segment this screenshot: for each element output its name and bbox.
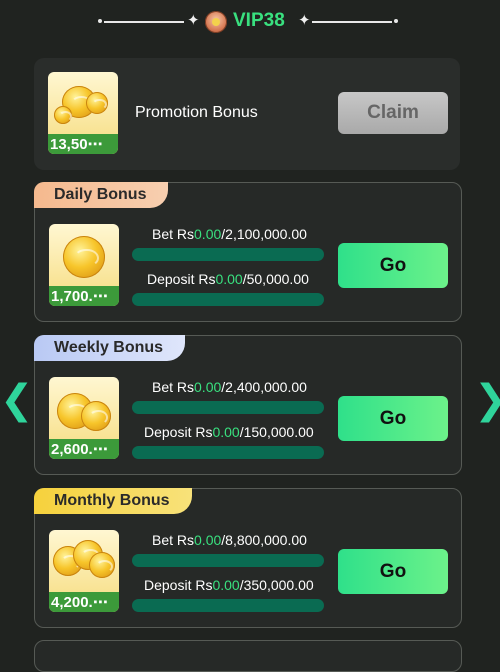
weekly-go-button[interactable]: Go xyxy=(338,396,448,441)
sparkle-icon: ✦ xyxy=(187,12,200,29)
daily-deposit-requirement: Deposit Rs0.00/50,000.00 xyxy=(147,271,309,287)
monthly-bet-requirement: Bet Rs0.00/8,800,000.00 xyxy=(152,532,307,548)
daily-bonus-tag: Daily Bonus xyxy=(34,182,169,208)
divider-dot xyxy=(98,19,102,23)
chevron-right-icon[interactable]: ❯ xyxy=(474,380,500,420)
weekly-bet-progress-bar xyxy=(132,401,324,414)
chevron-left-icon[interactable]: ❮ xyxy=(0,380,34,420)
monthly-amount: 4,200.⋯ xyxy=(51,594,108,611)
claim-button[interactable]: Claim xyxy=(338,92,448,134)
daily-deposit-progress-bar xyxy=(132,293,324,306)
monthly-go-button[interactable]: Go xyxy=(338,549,448,594)
coin-stack-icon: 4,200.⋯ xyxy=(49,530,119,612)
daily-go-button[interactable]: Go xyxy=(338,243,448,288)
weekly-deposit-progress-bar xyxy=(132,446,324,459)
promotion-title: Promotion Bonus xyxy=(135,104,258,121)
vip-level: VIP38 xyxy=(233,10,285,31)
monthly-bet-progress-bar xyxy=(132,554,324,567)
divider-dot xyxy=(394,19,398,23)
next-bonus-card xyxy=(34,640,462,672)
weekly-bonus-tag: Weekly Bonus xyxy=(34,335,186,361)
weekly-amount: 2,600.⋯ xyxy=(51,441,108,458)
divider-line-left xyxy=(104,21,184,23)
daily-bet-requirement: Bet Rs0.00/2,100,000.00 xyxy=(152,226,307,242)
monthly-deposit-requirement: Deposit Rs0.00/350,000.00 xyxy=(144,577,314,593)
weekly-bet-requirement: Bet Rs0.00/2,400,000.00 xyxy=(152,379,307,395)
monthly-bonus-tag: Monthly Bonus xyxy=(34,488,192,514)
daily-amount: 1,700.⋯ xyxy=(51,288,108,305)
sparkle-icon: ✦ xyxy=(298,12,311,29)
weekly-deposit-requirement: Deposit Rs0.00/150,000.00 xyxy=(144,424,314,440)
money-bag-icon: 13,50⋯ xyxy=(48,72,118,154)
vip-badge-icon xyxy=(205,11,227,33)
divider-line-right xyxy=(312,21,392,23)
daily-bet-progress-bar xyxy=(132,248,324,261)
coin-icon: 1,700.⋯ xyxy=(49,224,119,306)
coins-icon: 2,600.⋯ xyxy=(49,377,119,459)
monthly-deposit-progress-bar xyxy=(132,599,324,612)
promotion-amount: 13,50⋯ xyxy=(50,136,103,153)
vip-header: ✦ VIP38 ✦ xyxy=(0,0,500,44)
